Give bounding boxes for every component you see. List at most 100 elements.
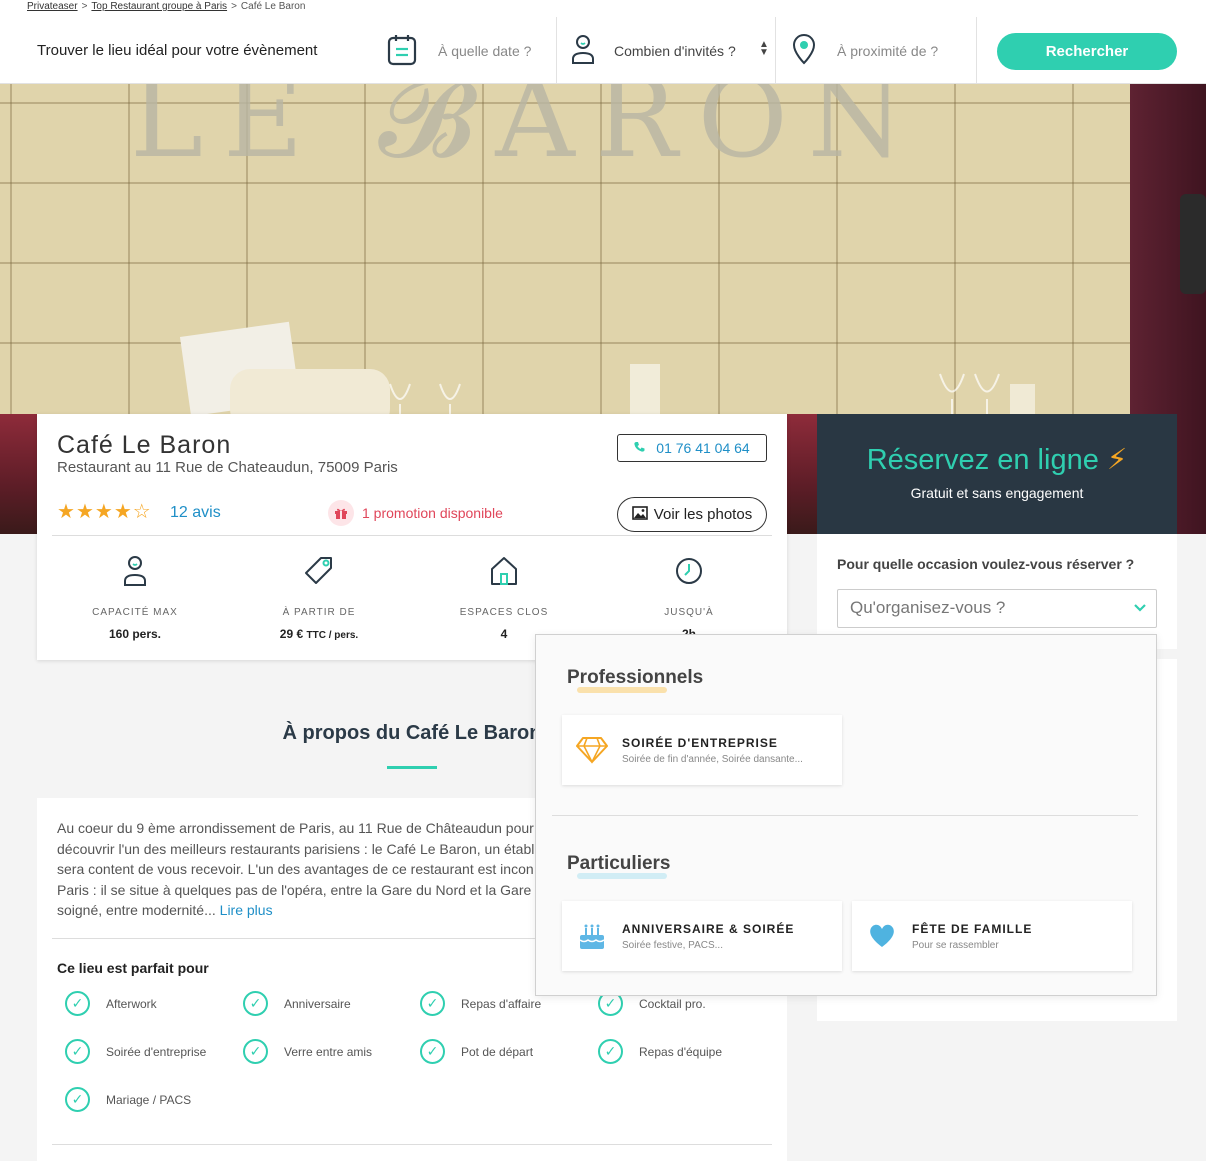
about-text: Au coeur du 9 ème arrondissement de Pari… bbox=[57, 818, 537, 921]
chevron-down-icon bbox=[1134, 600, 1146, 616]
perfect-for-item: ✓ Mariage / PACS bbox=[65, 1087, 191, 1112]
perfect-for-label: Afterwork bbox=[106, 996, 157, 1011]
option-subtitle: Soirée de fin d'année, Soirée dansante..… bbox=[622, 753, 803, 765]
stat-capacity: CAPACITÉ MAX 160 pers. bbox=[60, 555, 210, 641]
dropdown-section-title-private: Particuliers bbox=[567, 853, 671, 879]
check-icon: ✓ bbox=[420, 1039, 445, 1064]
breadcrumb-link-category[interactable]: Top Restaurant groupe à Paris bbox=[91, 1, 227, 12]
perfect-for-label: Repas d'affaire bbox=[461, 996, 542, 1011]
stat-capacity-value: 160 pers. bbox=[108, 627, 162, 641]
perfect-for-label: Repas d'équipe bbox=[639, 1044, 723, 1059]
check-icon: ✓ bbox=[65, 991, 90, 1016]
perfect-for-item: ✓ Soirée d'entreprise bbox=[65, 1039, 206, 1064]
check-icon: ✓ bbox=[598, 1039, 623, 1064]
breadcrumb-link-home[interactable]: Privateaser bbox=[27, 1, 78, 12]
person-icon bbox=[571, 33, 595, 72]
star-full-icon: ★ bbox=[75, 501, 94, 523]
stat-until: JUSQU'À 2h bbox=[614, 555, 764, 641]
star-full-icon: ★ bbox=[94, 501, 113, 523]
breadcrumb: Privateaser > Top Restaurant groupe à Pari… bbox=[0, 0, 1206, 17]
stat-price-suffix: TTC / pers. bbox=[306, 630, 359, 641]
date-field[interactable]: À quelle date ? bbox=[378, 17, 557, 84]
stat-price: À PARTIR DE 29 € TTC / pers. bbox=[244, 555, 394, 641]
stat-capacity-label: CAPACITÉ MAX bbox=[92, 607, 178, 618]
cake-icon bbox=[562, 921, 622, 951]
location-field[interactable]: À proximité de ? bbox=[776, 17, 977, 84]
promotion-link[interactable]: 1 promotion disponible bbox=[328, 500, 503, 526]
about-description: Au coeur du 9 ème arrondissement de Pari… bbox=[57, 820, 535, 918]
location-placeholder: À proximité de ? bbox=[837, 43, 939, 59]
perfect-for-label: Cocktail pro. bbox=[639, 996, 706, 1011]
perfect-for-item: ✓ Repas d'affaire bbox=[420, 991, 541, 1016]
clock-icon bbox=[614, 555, 764, 590]
check-icon: ✓ bbox=[243, 1039, 268, 1064]
perfect-for-title: Ce lieu est parfait pour bbox=[57, 960, 209, 976]
view-photos-label: Voir les photos bbox=[653, 506, 753, 523]
house-icon bbox=[429, 555, 579, 590]
calendar-icon bbox=[387, 33, 417, 72]
option-title: ANNIVERSAIRE & SOIRÉE bbox=[622, 921, 795, 936]
star-empty-icon: ☆ bbox=[132, 501, 151, 523]
stat-until-label: JUSQU'À bbox=[664, 607, 714, 618]
occasion-select-placeholder: Qu'organisez-vous ? bbox=[850, 598, 1006, 617]
dropdown-section-title-pro: Professionnels bbox=[567, 667, 703, 693]
promotion-text: 1 promotion disponible bbox=[362, 505, 503, 521]
about-underline bbox=[387, 766, 437, 769]
read-more-link[interactable]: Lire plus bbox=[220, 902, 273, 918]
lightning-icon: ⚡ bbox=[1106, 444, 1128, 476]
breadcrumb-current: Café Le Baron bbox=[240, 1, 306, 12]
option-birthday-party[interactable]: ANNIVERSAIRE & SOIRÉE Soirée festive, PA… bbox=[562, 901, 842, 971]
option-corporate-party[interactable]: SOIRÉE D'ENTREPRISE Soirée de fin d'anné… bbox=[562, 715, 842, 785]
check-icon: ✓ bbox=[243, 991, 268, 1016]
perfect-for-item: ✓ Verre entre amis bbox=[243, 1039, 372, 1064]
star-full-icon: ★ bbox=[57, 501, 75, 523]
search-button[interactable]: Rechercher bbox=[997, 33, 1177, 70]
option-title: SOIRÉE D'ENTREPRISE bbox=[622, 735, 778, 750]
perfect-for-label: Verre entre amis bbox=[284, 1044, 373, 1059]
star-full-icon: ★ bbox=[113, 501, 132, 523]
occasion-select[interactable]: Qu'organisez-vous ? bbox=[837, 589, 1157, 628]
option-subtitle: Pour se rassembler bbox=[912, 939, 999, 951]
section-title-text: Particuliers bbox=[567, 853, 671, 874]
search-bar: Trouver le lieu idéal pour votre évèneme… bbox=[0, 17, 1206, 84]
venue-card: Café Le Baron Restaurant au 11 Rue de Ch… bbox=[37, 414, 787, 660]
reserve-title-text: Réservez en ligne bbox=[866, 444, 1099, 476]
stepper-arrows-icon[interactable]: ▲ ▼ bbox=[759, 40, 769, 58]
venue-name: Café Le Baron bbox=[57, 431, 232, 459]
perfect-for-item: ✓ Repas d'équipe bbox=[598, 1039, 722, 1064]
card-divider bbox=[52, 535, 772, 536]
reserve-header: Réservez en ligne ⚡ Gratuit et sans enga… bbox=[817, 414, 1177, 534]
option-title: FÊTE DE FAMILLE bbox=[912, 921, 1033, 936]
perfect-for-item: ✓ Pot de départ bbox=[420, 1039, 533, 1064]
person-icon bbox=[60, 555, 210, 590]
heart-icon bbox=[852, 923, 912, 949]
guests-placeholder: Combien d'invités ? bbox=[614, 43, 736, 59]
hero-chalkboard bbox=[1180, 194, 1206, 294]
option-subtitle: Soirée festive, PACS... bbox=[622, 939, 723, 951]
occasion-question: Pour quelle occasion voulez-vous réserve… bbox=[837, 556, 1135, 572]
stat-price-label: À PARTIR DE bbox=[282, 607, 356, 618]
guests-field[interactable]: Combien d'invités ? ▲ ▼ bbox=[557, 17, 776, 84]
option-family-event[interactable]: FÊTE DE FAMILLE Pour se rassembler bbox=[852, 901, 1132, 971]
perfect-for-label: Anniversaire bbox=[284, 996, 351, 1011]
occasion-dropdown: Professionnels SOIRÉE D'ENTREPRISE Soiré… bbox=[535, 634, 1157, 996]
phone-button[interactable]: 01 76 41 04 64 bbox=[617, 434, 767, 462]
view-photos-button[interactable]: Voir les photos bbox=[617, 497, 767, 532]
perfect-for-item: ✓ Anniversaire bbox=[243, 991, 351, 1016]
perfect-for-label: Mariage / PACS bbox=[106, 1092, 192, 1107]
venue-address: Restaurant au 11 Rue de Chateaudun, 7500… bbox=[57, 459, 398, 476]
gift-icon bbox=[328, 500, 354, 526]
check-icon: ✓ bbox=[65, 1039, 90, 1064]
dropdown-divider bbox=[552, 815, 1138, 816]
check-icon: ✓ bbox=[420, 991, 445, 1016]
reviews-link[interactable]: 12 avis bbox=[170, 504, 221, 522]
perfect-for-label: Soirée d'entreprise bbox=[106, 1044, 207, 1059]
hero-sign: LE 𝓑ARON bbox=[130, 84, 925, 182]
reserve-form: Pour quelle occasion voulez-vous réserve… bbox=[817, 534, 1177, 649]
date-placeholder: À quelle date ? bbox=[438, 43, 532, 59]
stat-price-value: 29 € TTC / pers. bbox=[244, 627, 394, 641]
reserve-subtitle: Gratuit et sans engagement bbox=[910, 485, 1084, 501]
location-pin-icon bbox=[792, 33, 816, 72]
diamond-icon bbox=[562, 736, 622, 764]
price-tag-icon bbox=[244, 555, 394, 590]
